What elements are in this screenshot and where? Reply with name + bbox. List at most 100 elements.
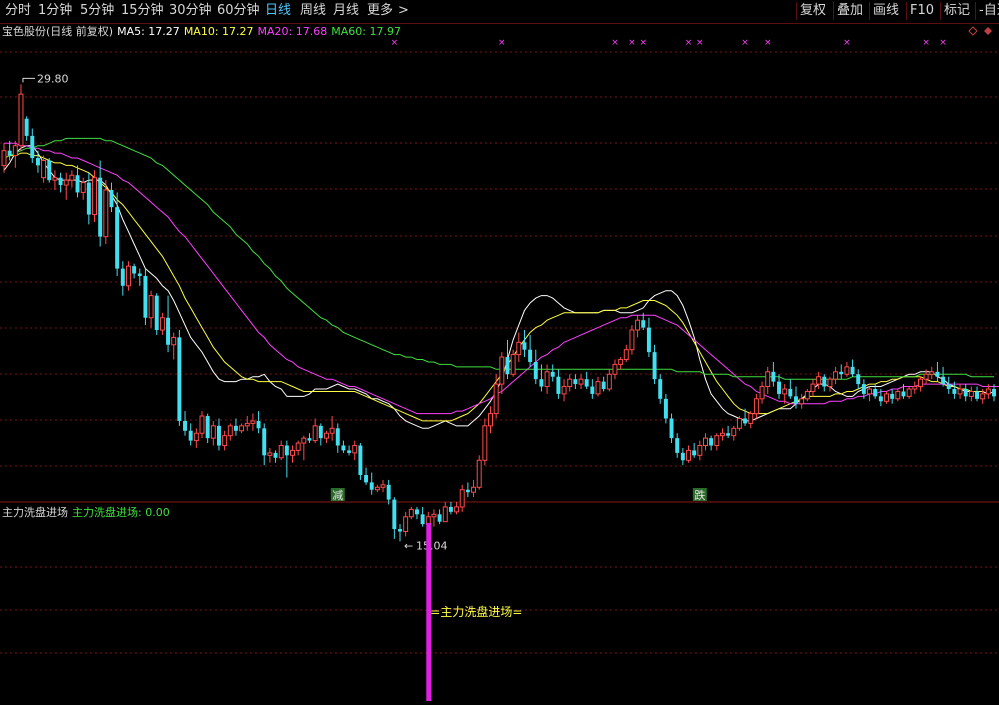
candle-body bbox=[448, 506, 453, 512]
candle bbox=[884, 391, 889, 404]
candle bbox=[442, 502, 448, 523]
candle bbox=[166, 295, 171, 353]
candle-body bbox=[629, 329, 635, 351]
candle-body bbox=[618, 359, 624, 365]
candle bbox=[578, 374, 584, 389]
candle-body bbox=[895, 390, 901, 400]
candle-body bbox=[137, 273, 142, 276]
candle bbox=[290, 445, 295, 463]
candle-body bbox=[901, 391, 906, 397]
low-pointer-icon: ← bbox=[404, 539, 413, 552]
candle-body bbox=[86, 182, 91, 215]
candle-body bbox=[323, 432, 329, 439]
candle-body bbox=[41, 159, 47, 179]
candle bbox=[75, 165, 80, 198]
candle-body bbox=[771, 371, 776, 382]
candle-body bbox=[420, 514, 425, 525]
corner-icons bbox=[968, 26, 992, 36]
candle bbox=[782, 384, 788, 404]
candle-body bbox=[980, 393, 986, 400]
ma5-label: MA5: 17.27 bbox=[117, 25, 180, 38]
candle bbox=[177, 330, 182, 426]
candle bbox=[906, 386, 912, 399]
cross-marker-icon: × bbox=[685, 38, 693, 48]
candle bbox=[193, 428, 199, 448]
candle-body bbox=[641, 320, 646, 328]
candle-body bbox=[782, 388, 788, 395]
candle bbox=[159, 312, 165, 335]
candle bbox=[652, 344, 657, 385]
candle bbox=[528, 334, 533, 367]
candle-body bbox=[601, 381, 606, 389]
candle-body bbox=[561, 386, 567, 395]
candle bbox=[233, 418, 238, 436]
candle-body bbox=[663, 398, 668, 419]
candle bbox=[522, 330, 527, 358]
candle-body bbox=[697, 445, 703, 456]
candle bbox=[606, 369, 612, 392]
kline-chart[interactable]: × × × × × × × × × × × × 29.80← 15.04减跌 =主力洗盘进场= bbox=[0, 0, 999, 705]
candle bbox=[844, 361, 850, 377]
candle-body bbox=[726, 433, 731, 436]
candle-body bbox=[590, 386, 595, 394]
candle bbox=[839, 364, 844, 380]
candle-body bbox=[539, 379, 544, 387]
candle bbox=[143, 268, 148, 326]
candle-body bbox=[719, 432, 725, 437]
candle bbox=[120, 261, 125, 296]
candle-body bbox=[166, 317, 171, 345]
candle-body bbox=[499, 356, 505, 385]
candle-body bbox=[69, 174, 75, 181]
candle-body bbox=[143, 275, 148, 318]
candle-body bbox=[35, 158, 40, 166]
cross-marker-icon: × bbox=[391, 38, 399, 48]
candle bbox=[216, 418, 221, 451]
candle-body bbox=[159, 317, 165, 331]
candle bbox=[946, 376, 951, 394]
candle bbox=[465, 482, 470, 498]
candle-body bbox=[573, 379, 578, 385]
cross-markers: × × × × × × × × × × × × bbox=[391, 38, 947, 48]
candle-body bbox=[686, 449, 691, 461]
candle-body bbox=[7, 150, 12, 156]
candle bbox=[47, 158, 52, 183]
candle bbox=[137, 268, 142, 286]
candle-body bbox=[488, 413, 493, 427]
candle bbox=[975, 386, 980, 402]
diamond-outline-icon bbox=[968, 26, 978, 36]
candle bbox=[726, 425, 731, 439]
candle bbox=[386, 479, 391, 505]
candle bbox=[556, 369, 561, 399]
candle-body bbox=[505, 357, 510, 375]
candle bbox=[364, 467, 369, 485]
candle bbox=[420, 506, 425, 527]
candle-body bbox=[753, 398, 759, 415]
candle-body bbox=[24, 118, 29, 136]
candle-body bbox=[748, 413, 754, 424]
cross-marker-icon: × bbox=[939, 38, 947, 48]
candle-body bbox=[233, 425, 238, 431]
candle-body bbox=[132, 266, 137, 274]
candle bbox=[658, 374, 663, 404]
candle bbox=[675, 433, 680, 458]
candle bbox=[941, 366, 946, 387]
candle bbox=[312, 418, 318, 444]
candle bbox=[132, 263, 137, 279]
candle-body bbox=[347, 450, 352, 453]
candle-body bbox=[731, 427, 737, 437]
candle bbox=[804, 389, 810, 402]
candle bbox=[968, 386, 974, 402]
candle bbox=[35, 150, 40, 173]
candle bbox=[692, 443, 697, 458]
candle-body bbox=[386, 484, 391, 500]
candle bbox=[753, 393, 759, 419]
candle bbox=[115, 192, 120, 276]
candle-body bbox=[912, 386, 918, 390]
ma5-line bbox=[3, 145, 995, 429]
candle-body bbox=[765, 371, 771, 388]
candle-body bbox=[267, 452, 273, 456]
candle-body bbox=[154, 295, 159, 331]
candle bbox=[98, 160, 103, 247]
candle bbox=[765, 366, 771, 394]
ma60-label: MA60: 17.97 bbox=[331, 25, 401, 38]
